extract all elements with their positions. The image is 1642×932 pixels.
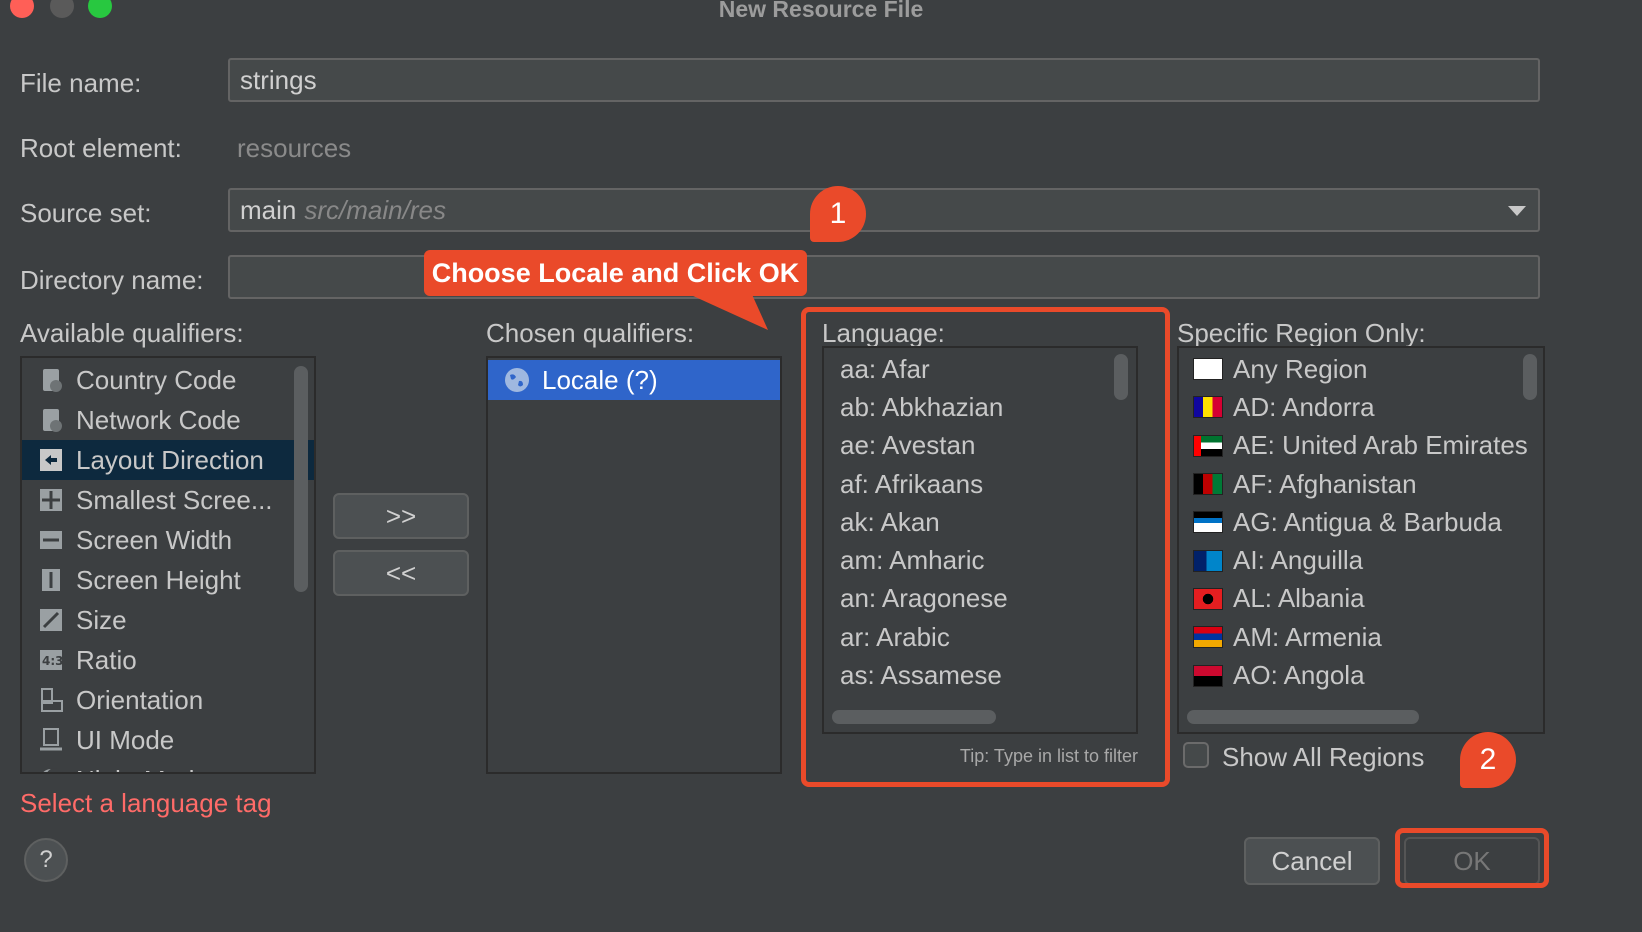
file-name-label: File name: [20,68,142,98]
flag-icon [1193,358,1223,381]
flag-icon [1193,549,1223,572]
list-item-label: Screen Height [76,564,241,595]
list-item-label: AF: Afghanistan [1233,468,1417,499]
root-element-value: resources [237,133,352,163]
night-mode-icon [38,767,64,772]
layout-direction-icon [38,447,64,473]
instruction-callout: Choose Locale and Click OK [424,250,807,296]
list-item[interactable]: Screen Width [22,520,314,560]
chevron-down-icon [1508,206,1526,216]
available-qualifiers-list[interactable]: Country Code Network Code Layout Directi… [20,356,316,774]
flag-icon [1193,434,1223,457]
list-item[interactable]: Network Code [22,400,314,440]
list-item-label: Screen Width [76,524,233,555]
sim-card-icon [38,367,64,393]
source-set-path: src/main/res [304,194,446,225]
chosen-qualifiers-list[interactable]: Locale (?) [486,356,782,774]
globe-icon [504,367,530,393]
list-item-label: Size [76,604,127,635]
source-set-value: main [240,194,297,225]
list-item[interactable]: AF: Afghanistan [1179,465,1543,503]
language-highlight-box [801,307,1170,787]
list-item[interactable]: AO: Angola [1179,656,1543,694]
list-item-label: AL: Albania [1233,583,1365,614]
show-all-regions-label[interactable]: Show All Regions [1222,742,1424,773]
list-item[interactable]: AL: Albania [1179,580,1543,618]
list-item-label: Layout Direction [76,444,264,475]
flag-icon [1193,473,1223,496]
ratio-icon: 4:3 [38,647,64,673]
validation-error-text: Select a language tag [20,788,272,818]
help-button[interactable]: ? [24,838,68,882]
list-item-label: AG: Antigua & Barbuda [1233,506,1502,537]
list-item-label: AE: United Arab Emirates [1233,430,1528,461]
flag-icon [1193,626,1223,649]
list-item[interactable]: Night Mode [22,760,314,773]
file-name-value: strings [240,64,317,95]
size-icon [38,607,64,633]
list-item[interactable]: 4:3 Ratio [22,640,314,680]
region-label: Specific Region Only: [1177,318,1426,348]
flag-icon [1193,511,1223,534]
list-item[interactable]: UI Mode [22,720,314,760]
list-item[interactable]: Screen Height [22,560,314,600]
list-item-label: AM: Armenia [1233,621,1382,652]
screen-height-icon [38,567,64,593]
network-icon [38,407,64,433]
root-element-label: Root element: [20,133,182,163]
screen-width-icon [38,527,64,553]
list-item[interactable]: Orientation [22,680,314,720]
source-set-dropdown[interactable]: main src/main/res [228,188,1540,232]
list-item-label: Orientation [76,684,204,715]
file-name-input[interactable]: strings [228,58,1540,102]
add-qualifier-button[interactable]: >> [333,493,469,539]
available-list-scrollbar[interactable] [294,366,308,592]
list-item-label: Any Region [1233,353,1368,384]
step-1-badge: 1 [810,186,866,242]
list-item[interactable]: Country Code [22,360,314,400]
directory-name-label: Directory name: [20,265,204,295]
step-2-badge: 2 [1460,732,1516,788]
available-qualifiers-label: Available qualifiers: [20,318,244,348]
source-set-label: Source set: [20,198,152,228]
region-list-hscrollbar[interactable] [1187,710,1419,724]
list-item[interactable]: AD: Andorra [1179,388,1543,426]
ui-mode-icon [38,727,64,753]
region-list-vscrollbar[interactable] [1523,354,1537,400]
list-item-label: AI: Anguilla [1233,545,1364,576]
flag-icon [1193,396,1223,419]
window-title: New Resource File [718,0,924,22]
list-item-label: Network Code [76,404,241,435]
cancel-button[interactable]: Cancel [1244,837,1380,885]
list-item-label: Night Mode [76,765,209,773]
list-item-label: Smallest Scree... [76,484,273,515]
flag-icon [1193,664,1223,687]
list-item-label: AD: Andorra [1233,391,1375,422]
svg-text:4:3: 4:3 [42,654,64,668]
flag-icon [1193,587,1223,610]
orientation-icon [38,687,64,713]
callout-pointer [680,290,768,330]
list-item[interactable]: Any Region [1179,350,1543,388]
list-item-label: AO: Angola [1233,660,1365,691]
show-all-regions-checkbox[interactable] [1183,742,1209,768]
list-item-selected[interactable]: Locale (?) [488,360,780,400]
list-item[interactable]: AI: Anguilla [1179,541,1543,579]
list-item-selected[interactable]: Layout Direction [22,440,314,480]
list-item[interactable]: Size [22,600,314,640]
list-item-label: Country Code [76,364,237,395]
list-item[interactable]: AM: Armenia [1179,618,1543,656]
list-item[interactable]: AG: Antigua & Barbuda [1179,503,1543,541]
smallest-screen-icon [38,487,64,513]
list-item-label: UI Mode [76,724,175,755]
list-item[interactable]: Smallest Scree... [22,480,314,520]
remove-qualifier-button[interactable]: << [333,550,469,596]
ok-highlight-box [1395,828,1549,888]
region-list[interactable]: Any Region AD: Andorra AE: United Arab E… [1177,346,1545,734]
list-item[interactable]: AE: United Arab Emirates [1179,427,1543,465]
list-item-label: Locale (?) [542,364,658,395]
list-item-label: Ratio [76,644,137,675]
